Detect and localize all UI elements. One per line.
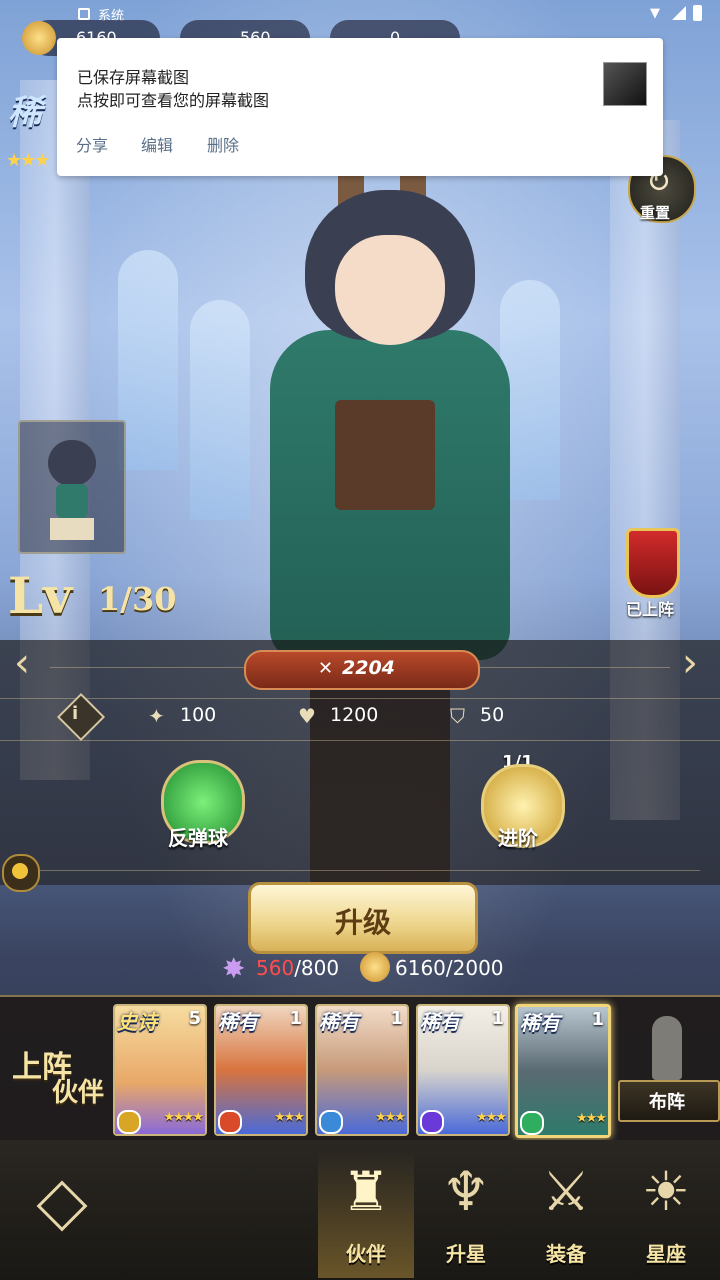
attack-value: 100: [180, 704, 217, 726]
pet-shortcut-button[interactable]: [2, 854, 40, 892]
reset-label: 重置: [640, 204, 671, 222]
hero-stars: ★★★: [6, 150, 50, 171]
swords-icon: ✕: [318, 658, 334, 679]
hero-rarity-banner: 稀: [8, 93, 42, 133]
signal-icon: [672, 6, 686, 20]
prev-hero-arrow[interactable]: ‹: [14, 640, 30, 686]
divider: [0, 740, 720, 741]
card-count: 1: [390, 1008, 403, 1029]
element-icon: [420, 1110, 444, 1134]
battery-icon: [693, 5, 702, 21]
upgrade-button[interactable]: 升级: [248, 882, 478, 954]
emblem-icon: ♆: [441, 1160, 491, 1223]
chibi-body: [56, 484, 88, 518]
tab-label: 伙伴: [346, 1242, 386, 1266]
power-value: 2204: [342, 657, 395, 679]
card-count: 1: [289, 1008, 302, 1029]
defense-shield-icon: ⛉: [450, 704, 465, 728]
card-rarity: 稀有: [420, 1010, 460, 1034]
next-hero-arrow[interactable]: ›: [682, 640, 698, 686]
team-card[interactable]: 史诗 5 ★★★★: [113, 1004, 207, 1136]
team-card-selected[interactable]: 稀有 1 ★★★: [515, 1004, 611, 1138]
edit-button[interactable]: 编辑: [141, 132, 173, 156]
attack-icon: ✦: [148, 704, 165, 728]
screenshot-thumbnail[interactable]: [603, 62, 647, 106]
gem-cost: 560/800: [256, 956, 339, 980]
gem-owned: 560: [256, 956, 295, 980]
on-team-label: 已上阵: [625, 600, 674, 619]
card-count: 1: [491, 1008, 504, 1029]
tab-label: 装备: [546, 1242, 586, 1266]
pet-icon: [12, 863, 28, 879]
tab-partner[interactable]: ♜ 伙伴: [318, 1150, 414, 1278]
level-label: Lv: [8, 566, 73, 625]
team-card[interactable]: 稀有 1 ★★★: [416, 1004, 510, 1136]
divider: [0, 698, 720, 699]
chibi-pedestal: [50, 518, 94, 540]
card-stars: ★★★★: [163, 1110, 204, 1125]
coin-icon: [360, 952, 390, 982]
chibi-preview[interactable]: [18, 420, 126, 554]
level-value: 1/30: [98, 580, 177, 618]
element-icon: [319, 1110, 343, 1134]
team-card[interactable]: 稀有 1 ★★★: [214, 1004, 308, 1136]
delete-button[interactable]: 删除: [207, 132, 239, 156]
defense-value: 50: [480, 704, 505, 726]
window-decoration: [118, 250, 178, 470]
back-button[interactable]: [34, 1178, 88, 1232]
gem-required: /800: [294, 956, 340, 980]
statue-icon: [652, 1016, 682, 1080]
info-icon: i: [72, 703, 79, 724]
character-corset: [335, 400, 435, 510]
upgrade-label: 升级: [334, 906, 391, 939]
element-icon: [117, 1110, 141, 1134]
sword-shield-icon: ⚔: [541, 1160, 591, 1223]
team-card[interactable]: 稀有 1 ★★★: [315, 1004, 409, 1136]
power-bar: ✕ 2204: [244, 650, 480, 690]
tab-constellation[interactable]: ☀ 星座: [618, 1150, 714, 1278]
card-rarity: 稀有: [520, 1011, 560, 1035]
card-stars: ★★★: [274, 1110, 305, 1125]
back-diamond-icon: [36, 1180, 88, 1232]
coin-icon: [22, 21, 56, 55]
screenshot-notification[interactable]: 已保存屏幕截图 点按即可查看您的屏幕截图 分享 编辑 删除: [57, 38, 663, 176]
tab-label: 升星: [446, 1242, 486, 1266]
image-icon: [78, 8, 90, 20]
card-rarity: 史诗: [117, 1010, 157, 1034]
hp-value: 1200: [330, 704, 379, 726]
tab-equipment[interactable]: ⚔ 装备: [518, 1150, 614, 1278]
team-label-line2: 伙伴: [52, 1078, 105, 1108]
divider: [40, 870, 700, 871]
card-stars: ★★★: [476, 1110, 507, 1125]
notification-body: 点按即可查看您的屏幕截图: [77, 91, 270, 110]
character-face: [335, 235, 445, 345]
on-team-badge[interactable]: 已上阵: [606, 528, 694, 624]
wifi-icon: ▼: [650, 6, 660, 21]
card-rarity: 稀有: [218, 1010, 258, 1034]
skill-label: 反弹球: [168, 826, 228, 850]
element-icon: [520, 1111, 544, 1135]
card-stars: ★★★: [576, 1111, 607, 1126]
tab-label: 星座: [646, 1242, 686, 1266]
formation-label: 布阵: [649, 1092, 685, 1113]
chess-piece-icon: ♜: [341, 1160, 391, 1223]
tab-star-up[interactable]: ♆ 升星: [418, 1150, 514, 1278]
sun-icon: ☀: [641, 1160, 691, 1223]
card-rarity: 稀有: [319, 1010, 359, 1034]
card-count: 5: [188, 1008, 201, 1029]
card-stars: ★★★: [375, 1110, 406, 1125]
heart-icon: ♥: [298, 704, 316, 728]
formation-button[interactable]: 布阵: [618, 1010, 720, 1122]
coin-cost: 6160/2000: [395, 956, 504, 980]
element-icon: [218, 1110, 242, 1134]
notification-title: 已保存屏幕截图: [77, 68, 190, 87]
chibi-head: [48, 440, 96, 486]
share-button[interactable]: 分享: [76, 132, 108, 156]
advance-label: 进阶: [498, 826, 538, 850]
purple-gem-icon: ✸: [222, 952, 246, 985]
shield-icon: [626, 528, 680, 598]
window-decoration: [190, 300, 250, 520]
card-count: 1: [591, 1009, 604, 1030]
